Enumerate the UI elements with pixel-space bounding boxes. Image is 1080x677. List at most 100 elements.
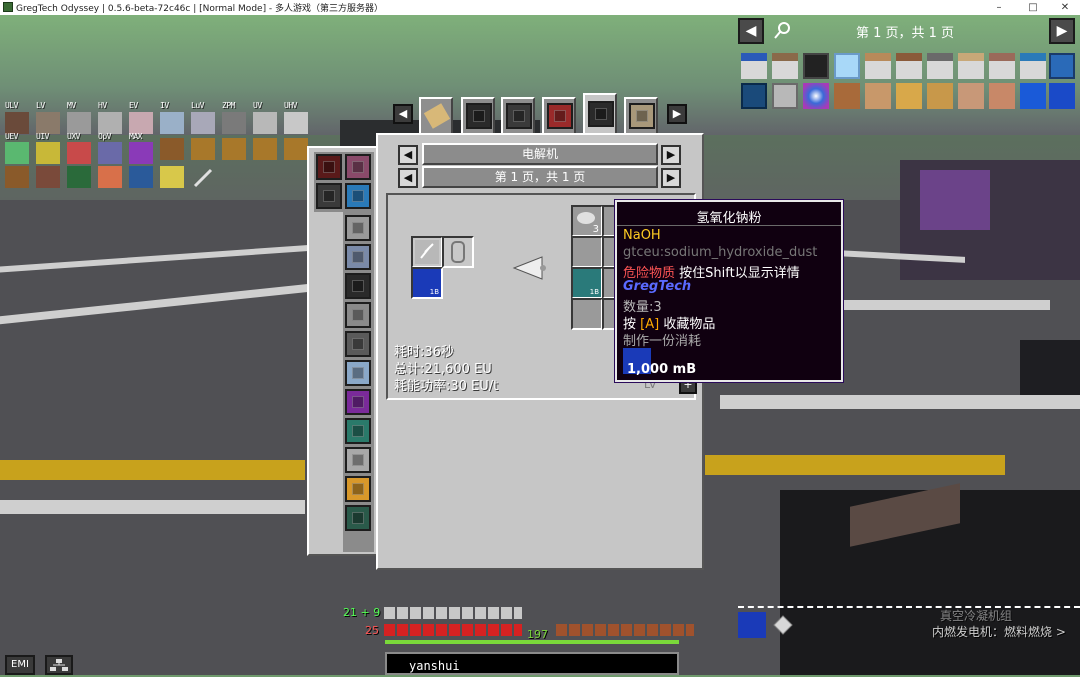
electrolyzer-zpm-icon[interactable]	[345, 418, 371, 444]
machine-icon[interactable]	[803, 53, 829, 79]
bucket-icon[interactable]	[896, 53, 922, 79]
cable-icon[interactable]	[36, 142, 60, 164]
bucket-icon[interactable]	[927, 53, 953, 79]
machine-icon[interactable]	[345, 183, 371, 209]
tier-label: UIV	[36, 132, 49, 141]
tab-recipe-category[interactable]	[624, 97, 658, 133]
search-icon[interactable]	[772, 20, 792, 40]
bucket-icon[interactable]	[772, 53, 798, 79]
jei-next-button[interactable]: ▶	[1049, 18, 1075, 44]
recipe-page-bar: 第 1 页，共 1 页	[422, 166, 658, 188]
plate-icon[interactable]	[989, 83, 1015, 109]
electrolyzer-ulv-icon[interactable]	[345, 215, 371, 241]
electrolyzer-lv-icon[interactable]	[345, 244, 371, 270]
plate-icon[interactable]	[865, 83, 891, 109]
electrolyzer-uev-icon[interactable]	[345, 505, 371, 531]
output-slot[interactable]	[571, 298, 603, 330]
tooltip-divider	[617, 225, 841, 226]
orange-block-icon[interactable]	[98, 166, 122, 188]
jei-prev-button[interactable]: ◀	[738, 18, 764, 44]
cable-icon[interactable]	[36, 112, 60, 134]
crate-icon[interactable]	[160, 138, 184, 160]
output-slot[interactable]	[571, 236, 603, 268]
plate-icon[interactable]	[896, 83, 922, 109]
emi-button[interactable]: EMI	[5, 655, 35, 675]
dust-icon[interactable]	[772, 614, 794, 636]
electrolyzer-luv-icon[interactable]	[345, 389, 371, 415]
tab-recipe-category[interactable]	[419, 97, 453, 133]
bucket-icon[interactable]	[989, 53, 1015, 79]
machine-next-button[interactable]: ▶	[661, 145, 681, 165]
cable-icon[interactable]	[5, 142, 29, 164]
cable-icon[interactable]	[284, 112, 308, 134]
crate-icon[interactable]	[36, 166, 60, 188]
cable-icon[interactable]	[222, 112, 246, 134]
tab-recipe-category[interactable]	[501, 97, 535, 133]
cable-icon[interactable]	[98, 142, 122, 164]
tab-prev-button[interactable]: ◀	[393, 104, 413, 124]
tree-icon[interactable]	[45, 655, 73, 675]
bucket-icon[interactable]	[1020, 53, 1046, 79]
machine-block-icon[interactable]	[772, 83, 798, 109]
fluid-block-icon[interactable]	[738, 612, 766, 638]
recipe-prev-button[interactable]: ◀	[398, 168, 418, 188]
glass-icon[interactable]	[834, 53, 860, 79]
hint-line[interactable]: 内燃发电机：燃料燃烧 >	[932, 623, 1066, 640]
crate-icon[interactable]	[191, 138, 215, 160]
bucket-icon[interactable]	[865, 53, 891, 79]
cable-icon[interactable]	[191, 112, 215, 134]
machine-icon[interactable]	[316, 154, 342, 180]
blue-block-icon[interactable]	[129, 166, 153, 188]
held-item-name: yanshui	[409, 659, 460, 673]
tab-next-button[interactable]: ▶	[667, 104, 687, 124]
fluid-block-icon[interactable]	[1049, 83, 1075, 109]
catalyst-top-grid	[314, 152, 374, 212]
tab-electrolyzer[interactable]	[583, 93, 617, 133]
close-button[interactable]: ✕	[1051, 0, 1079, 15]
cable-icon[interactable]	[129, 112, 153, 134]
crate-icon[interactable]	[253, 138, 277, 160]
tab-recipe-category[interactable]	[461, 97, 495, 133]
plate-icon[interactable]	[927, 83, 953, 109]
fluid-block-icon[interactable]	[1020, 83, 1046, 109]
minimize-button[interactable]: –	[985, 0, 1013, 15]
electrolyzer-mv-icon[interactable]	[345, 273, 371, 299]
electrolyzer-uv-icon[interactable]	[345, 447, 371, 473]
fluid-output-slot[interactable]: 1B	[571, 267, 603, 299]
ore-block-icon[interactable]	[741, 83, 767, 109]
output-slot-sodium-hydroxide[interactable]: 3	[571, 205, 603, 237]
cable-icon[interactable]	[67, 142, 91, 164]
electrolyzer-ev-icon[interactable]	[345, 331, 371, 357]
cable-icon[interactable]	[160, 112, 184, 134]
bucket-icon[interactable]	[741, 53, 767, 79]
item-input-slot[interactable]	[442, 236, 474, 268]
electrolyzer-uhv-icon[interactable]	[345, 476, 371, 502]
crate-icon[interactable]	[222, 138, 246, 160]
cable-icon[interactable]	[67, 112, 91, 134]
green-block-icon[interactable]	[67, 166, 91, 188]
circuit-input-slot[interactable]	[411, 236, 443, 268]
electrolyzer-iv-icon[interactable]	[345, 360, 371, 386]
electrolyzer-hv-icon[interactable]	[345, 302, 371, 328]
fluid-input-slot[interactable]: 1B	[411, 267, 443, 299]
crate-icon[interactable]	[5, 166, 29, 188]
cable-icon[interactable]	[129, 142, 153, 164]
machine-prev-button[interactable]: ◀	[398, 145, 418, 165]
tab-recipe-category[interactable]	[542, 97, 576, 133]
wand-icon[interactable]	[191, 166, 215, 188]
cable-icon[interactable]	[98, 112, 122, 134]
cable-icon[interactable]	[253, 112, 277, 134]
machine-icon[interactable]	[316, 183, 342, 209]
bucket-icon[interactable]	[958, 53, 984, 79]
crate-icon[interactable]	[284, 138, 308, 160]
tier-label: EV	[129, 101, 138, 110]
yellow-block-icon[interactable]	[160, 166, 184, 188]
ore-block-icon[interactable]	[1049, 53, 1075, 79]
plate-icon[interactable]	[958, 83, 984, 109]
machine-icon[interactable]	[345, 154, 371, 180]
cable-icon[interactable]	[5, 112, 29, 134]
portal-icon[interactable]	[803, 83, 829, 109]
maximize-button[interactable]: □	[1019, 0, 1047, 15]
recipe-next-button[interactable]: ▶	[661, 168, 681, 188]
plate-icon[interactable]	[834, 83, 860, 109]
